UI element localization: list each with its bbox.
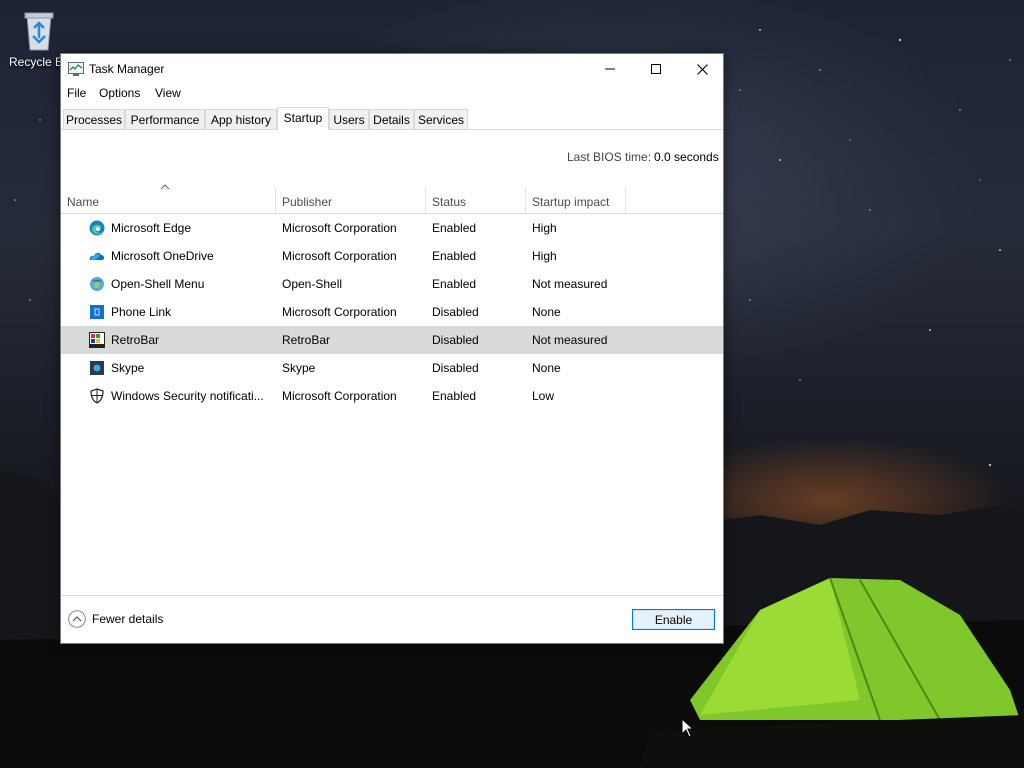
row-impact: Not measured: [532, 277, 608, 291]
menu-file[interactable]: File: [67, 86, 86, 100]
row-impact: None: [532, 305, 561, 319]
row-impact: Not measured: [532, 333, 608, 347]
chevron-up-icon: [68, 610, 86, 628]
table-row[interactable]: Phone Link Microsoft Corporation Disable…: [61, 298, 723, 326]
column-divider[interactable]: [625, 188, 626, 213]
column-divider[interactable]: [525, 188, 526, 213]
column-header-name[interactable]: Name: [67, 195, 99, 209]
row-name: Microsoft OneDrive: [111, 249, 214, 263]
menu-view[interactable]: View: [155, 86, 181, 100]
tab-services[interactable]: Services: [414, 109, 468, 129]
row-status: Disabled: [432, 333, 479, 347]
tab-details[interactable]: Details: [369, 109, 414, 129]
task-manager-icon: [68, 62, 84, 76]
tab-performance[interactable]: Performance: [125, 109, 205, 129]
table-row[interactable]: Microsoft Edge Microsoft Corporation Ena…: [61, 214, 723, 242]
row-impact: High: [532, 249, 557, 263]
minimize-icon: [605, 68, 615, 70]
table-row[interactable]: Open-Shell Menu Open-Shell Enabled Not m…: [61, 270, 723, 298]
phone-link-icon: [90, 305, 104, 319]
shield-icon: [90, 388, 104, 404]
table-row[interactable]: Windows Security notificati... Microsoft…: [61, 382, 723, 410]
bios-time-label: Last BIOS time:: [567, 150, 652, 164]
row-name: Skype: [111, 361, 145, 375]
column-header-startup-impact[interactable]: Startup impact: [532, 195, 609, 209]
row-name: Windows Security notificati...: [111, 389, 264, 403]
row-publisher: Microsoft Corporation: [282, 305, 397, 319]
row-name: Microsoft Edge: [111, 221, 192, 235]
tab-startup[interactable]: Startup: [277, 107, 329, 130]
column-header-status[interactable]: Status: [432, 195, 466, 209]
fewer-details-label: Fewer details: [92, 612, 164, 626]
row-impact: None: [532, 361, 561, 375]
row-publisher: Microsoft Corporation: [282, 389, 397, 403]
row-publisher: Microsoft Corporation: [282, 221, 397, 235]
table-row[interactable]: Skype Skype Disabled None: [61, 354, 723, 382]
row-publisher: Open-Shell: [282, 277, 343, 291]
tab-app-history[interactable]: App history: [205, 109, 277, 129]
close-icon: [696, 63, 708, 75]
row-publisher: Skype: [282, 361, 316, 375]
onedrive-icon: [89, 252, 105, 260]
window-title: Task Manager: [89, 62, 165, 76]
bios-time-value: 0.0 seconds: [654, 150, 719, 164]
minimize-button[interactable]: [587, 54, 633, 84]
row-status: Enabled: [432, 221, 477, 235]
row-status: Enabled: [432, 249, 477, 263]
close-button[interactable]: [679, 54, 725, 84]
row-impact: Low: [532, 389, 555, 403]
maximize-icon: [651, 64, 661, 74]
enable-button[interactable]: Enable: [632, 609, 715, 630]
row-status: Disabled: [432, 361, 479, 375]
tab-users[interactable]: Users: [329, 109, 369, 129]
task-manager-window: Task Manager File Options View Processes…: [60, 53, 724, 644]
title-bar[interactable]: Task Manager: [61, 54, 723, 84]
retrobar-icon: [89, 332, 105, 348]
recycle-bin-label: Recycle Bin: [9, 55, 67, 69]
footer-divider: [61, 595, 723, 596]
mouse-cursor-icon: [681, 718, 695, 738]
maximize-button[interactable]: [633, 54, 679, 84]
table-row[interactable]: Microsoft OneDrive Microsoft Corporation…: [61, 242, 723, 270]
open-shell-icon: [90, 277, 104, 291]
skype-icon: [90, 361, 104, 375]
edge-icon: [89, 220, 105, 236]
menu-options[interactable]: Options: [99, 86, 140, 100]
tab-processes[interactable]: Processes: [63, 109, 125, 129]
row-status: Disabled: [432, 305, 479, 319]
table-row[interactable]: RetroBar RetroBar Disabled Not measured: [61, 326, 723, 354]
column-divider[interactable]: [425, 188, 426, 213]
row-impact: High: [532, 221, 557, 235]
recycle-bin-icon: [24, 12, 54, 51]
row-name: Phone Link: [111, 305, 172, 319]
row-status: Enabled: [432, 277, 477, 291]
row-name: Open-Shell Menu: [111, 277, 205, 291]
column-header-row: Name Publisher Status Startup impact: [61, 188, 723, 214]
row-publisher: Microsoft Corporation: [282, 249, 397, 263]
fewer-details-link[interactable]: Fewer details: [68, 610, 163, 628]
column-header-publisher[interactable]: Publisher: [282, 195, 332, 209]
menu-bar: File Options View: [61, 84, 723, 104]
row-name: RetroBar: [111, 333, 160, 347]
row-publisher: RetroBar: [282, 333, 331, 347]
tab-bar: Processes Performance App history Startu…: [61, 107, 723, 130]
column-divider[interactable]: [275, 188, 276, 213]
row-status: Enabled: [432, 389, 477, 403]
